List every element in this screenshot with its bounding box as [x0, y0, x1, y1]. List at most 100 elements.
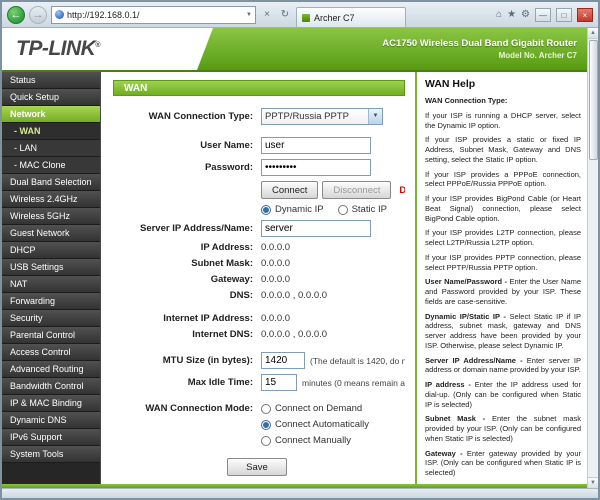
- internet-ip-row: Internet IP Address: 0.0.0.0: [113, 313, 405, 324]
- sidebar-item-wireless-2-4ghz[interactable]: Wireless 2.4GHz: [2, 191, 100, 208]
- dynamic-ip-radio[interactable]: [261, 204, 271, 215]
- connect-on-demand-radio[interactable]: [261, 403, 271, 414]
- connect-automatically-label: Connect Automatically: [275, 419, 369, 430]
- save-button[interactable]: Save: [227, 458, 287, 476]
- addr-mode-row: Dynamic IP Static IP: [113, 204, 405, 215]
- connect-button[interactable]: Connect: [261, 181, 319, 199]
- sidebar-item-ip-mac-binding[interactable]: IP & MAC Binding: [2, 395, 100, 412]
- dynamic-ip-option[interactable]: Dynamic IP: [261, 204, 324, 215]
- sidebar-item-usb-settings[interactable]: USB Settings: [2, 259, 100, 276]
- wan-connection-type-select[interactable]: PPTP/Russia PPTP ▼: [261, 108, 383, 125]
- tp-link-logo-area: TP-LINK®: [2, 28, 213, 70]
- browser-tab[interactable]: Archer C7: [296, 7, 406, 27]
- max-idle-input[interactable]: [261, 374, 297, 391]
- sidebar-item-lan[interactable]: - LAN: [2, 140, 100, 157]
- sidebar-item-mac-clone[interactable]: - MAC Clone: [2, 157, 100, 174]
- sidebar-item-forwarding[interactable]: Forwarding: [2, 293, 100, 310]
- forward-button[interactable]: →: [29, 5, 47, 24]
- mtu-label: MTU Size (in bytes):: [162, 355, 253, 366]
- wan-type-selected-value: PPTP/Russia PPTP: [265, 111, 349, 122]
- static-ip-option[interactable]: Static IP: [337, 204, 387, 215]
- connect-manually-option[interactable]: Connect Manually: [261, 435, 351, 446]
- sidebar-item-access-control[interactable]: Access Control: [2, 344, 100, 361]
- static-ip-radio[interactable]: [337, 204, 348, 215]
- help-paragraph: User Name/Password - Enter the User Name…: [425, 277, 581, 306]
- scrollbar-thumb[interactable]: [588, 40, 598, 160]
- sidebar-item-dynamic-dns[interactable]: Dynamic DNS: [2, 412, 100, 429]
- minimize-button[interactable]: —: [535, 7, 551, 22]
- internet-ip-label: Internet IP Address:: [163, 313, 253, 324]
- internet-ip-value: 0.0.0.0: [261, 313, 291, 324]
- sidebar-item-nat[interactable]: NAT: [2, 276, 100, 293]
- mode-row-3: Connect Manually: [113, 435, 405, 446]
- connect-on-demand-option[interactable]: Connect on Demand: [261, 403, 362, 414]
- connect-row: Connect Disconnect Disconnected!: [113, 181, 405, 199]
- tp-link-header: TP-LINK® AC1750 Wireless Dual Band Gigab…: [2, 28, 587, 72]
- wan-type-row: WAN Connection Type: PPTP/Russia PPTP ▼: [113, 108, 405, 125]
- help-panel: WAN Help WAN Connection Type: If your ISP…: [415, 72, 587, 484]
- help-title: WAN Help: [425, 78, 476, 90]
- sidebar-item-wireless-5ghz[interactable]: Wireless 5GHz: [2, 208, 100, 225]
- browser-chrome: ← → http://192.168.0.1/ ▼ × ↻ Archer C7 …: [2, 2, 598, 28]
- chevron-down-icon[interactable]: ▼: [246, 12, 252, 18]
- sidebar-item-network[interactable]: Network: [2, 106, 100, 123]
- close-button[interactable]: ×: [577, 7, 593, 22]
- scroll-up-icon[interactable]: ▲: [588, 28, 598, 39]
- help-paragraph: Gateway - Enter gateway provided by your…: [425, 448, 582, 478]
- mode-label: WAN Connection Mode:: [145, 403, 253, 414]
- server-label: Server IP Address/Name:: [139, 223, 253, 234]
- sidebar-item-status[interactable]: Status: [2, 72, 100, 89]
- max-idle-note: minutes (0 means remain active at all ti…: [302, 377, 405, 388]
- sidebar-item-parental-control[interactable]: Parental Control: [2, 327, 100, 344]
- internet-dns-row: Internet DNS: 0.0.0.0 , 0.0.0.0: [113, 329, 405, 340]
- address-bar[interactable]: http://192.168.0.1/ ▼: [51, 5, 256, 24]
- sidebar-item-ipv6-support[interactable]: IPv6 Support: [2, 429, 100, 446]
- username-input[interactable]: [261, 137, 371, 154]
- scroll-down-icon[interactable]: ▼: [588, 477, 598, 488]
- dns-row: DNS: 0.0.0.0 , 0.0.0.0: [113, 290, 405, 301]
- tab-favicon: [302, 13, 310, 22]
- sidebar-item-system-tools[interactable]: System Tools: [2, 446, 100, 463]
- sidebar-item-quick-setup[interactable]: Quick Setup: [2, 89, 100, 106]
- sidebar-item-advanced-routing[interactable]: Advanced Routing: [2, 361, 100, 378]
- password-input[interactable]: [261, 159, 371, 176]
- tab-title: Archer C7: [314, 12, 355, 23]
- sidebar-item-dual-band-selection[interactable]: Dual Band Selection: [2, 174, 100, 191]
- site-icon: [55, 10, 64, 19]
- internet-dns-label: Internet DNS:: [192, 329, 253, 340]
- mtu-input[interactable]: [261, 352, 305, 369]
- disconnect-button[interactable]: Disconnect: [322, 181, 392, 199]
- registered-mark: ®: [95, 42, 100, 49]
- select-chevron-down-icon: ▼: [368, 109, 382, 124]
- connect-automatically-option[interactable]: Connect Automatically: [261, 419, 369, 430]
- gateway-row: Gateway: 0.0.0.0: [113, 274, 405, 285]
- connect-automatically-radio[interactable]: [261, 419, 271, 430]
- sidebar-item-security[interactable]: Security: [2, 310, 100, 327]
- sidebar-item-guest-network[interactable]: Guest Network: [2, 225, 100, 242]
- back-button[interactable]: ←: [7, 5, 25, 24]
- subnet-mask-value: 0.0.0.0: [261, 258, 291, 269]
- help-paragraph: IP address - Enter the IP address used f…: [425, 380, 581, 409]
- help-paragraph: If your ISP is running a DHCP server, se…: [425, 110, 581, 130]
- product-name: AC1750 Wireless Dual Band Gigabit Router: [382, 38, 577, 49]
- subnet-mask-row: Subnet Mask: 0.0.0.0: [113, 258, 405, 269]
- help-paragraph: If your ISP provides PPTP connection, pl…: [425, 252, 581, 272]
- router-page: TP-LINK® AC1750 Wireless Dual Band Gigab…: [2, 28, 587, 488]
- favorites-star-icon[interactable]: ★: [507, 9, 516, 20]
- mtu-row: MTU Size (in bytes): (The default is 142…: [113, 352, 405, 369]
- stop-icon[interactable]: ×: [260, 9, 274, 20]
- page-scrollbar[interactable]: ▲ ▼: [587, 28, 598, 488]
- server-input[interactable]: [261, 220, 371, 237]
- sidebar-item-dhcp[interactable]: DHCP: [2, 242, 100, 259]
- maximize-button[interactable]: □: [556, 7, 572, 22]
- home-icon[interactable]: ⌂: [496, 9, 502, 20]
- gear-icon[interactable]: ⚙: [521, 9, 530, 20]
- sidebar-item-bandwidth-control[interactable]: Bandwidth Control: [2, 378, 100, 395]
- max-idle-label: Max Idle Time:: [187, 377, 253, 388]
- ip-address-label: IP Address:: [200, 242, 253, 253]
- sidebar-item-wan[interactable]: - WAN: [2, 123, 100, 140]
- connect-manually-radio[interactable]: [261, 435, 271, 446]
- refresh-icon[interactable]: ↻: [278, 9, 292, 20]
- help-paragraph: If your ISP provides a PPPoE connection,…: [425, 169, 581, 189]
- gateway-value: 0.0.0.0: [261, 274, 291, 285]
